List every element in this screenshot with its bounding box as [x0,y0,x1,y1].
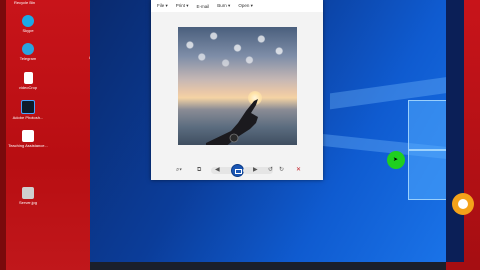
desktop-icon-label: Server.jpg [18,200,37,205]
desktop-icon-telegram[interactable]: Telegram [6,43,50,61]
recycle-bin-label[interactable]: Recycle Bin [14,0,35,5]
delete-button[interactable]: ✕ [296,167,301,174]
document-icon [22,130,34,142]
previous-button[interactable]: ◀ [215,167,220,174]
rotate-ccw-button[interactable]: ↺ [268,167,273,174]
next-button[interactable]: ▶ [253,167,258,174]
menu-burn[interactable]: Burn ▾ [217,3,230,9]
telegram-icon [22,43,34,55]
desktop-icon-label: videoCrop [18,85,38,90]
app-shortcut-icon[interactable] [452,193,474,215]
right-wallpaper-strip [446,0,464,262]
windows-logo-pane [408,150,446,200]
menu-print[interactable]: Print ▾ [176,3,189,9]
desktop-icon-teaching[interactable]: Teaching Assistance... [6,130,50,148]
zoom-button[interactable]: ⌕▾ [176,167,182,174]
desktop-icon-videocrop[interactable]: videoCrop [6,72,50,90]
photoshop-icon [21,100,35,114]
hand-pointing-image [206,99,258,145]
photo-viewer-window: File ▾ Print ▾ E-mail Burn ▾ Open ▾ ⌕▾ ⧉… [151,0,323,180]
menu-bar: File ▾ Print ▾ E-mail Burn ▾ Open ▾ [151,0,323,12]
screen: Recycle Bin Skype Telegram videoCrop Ado… [0,0,480,270]
image-file-icon [22,187,34,199]
taskbar [90,262,446,270]
windows-logo-pane [408,100,446,150]
desktop-icon-label: Telegram [19,56,37,61]
menu-email[interactable]: E-mail [197,4,210,9]
desktop-icon-label: Adobe Photosh... [12,115,44,120]
skype-icon [22,15,34,27]
desktop-icon-label: Skype [22,28,34,33]
menu-file[interactable]: File ▾ [157,3,168,9]
slideshow-icon [235,169,242,174]
menu-open[interactable]: Open ▾ [238,3,253,9]
desktop-icon-photoshop[interactable]: Adobe Photosh... [6,100,50,120]
viewer-toolbar: ⌕▾ ⧉ ◀ ▶ ↺ ↻ ✕ [151,161,323,180]
rotate-cw-button[interactable]: ↻ [279,167,284,174]
desktop-icon-skype[interactable]: Skype [6,15,50,33]
desktop-icon-label: Teaching Assistance... [8,143,48,148]
desktop-icon-server-jpg[interactable]: Server.jpg [6,187,50,205]
displayed-photo [178,27,297,145]
actual-size-button[interactable]: ⧉ [197,167,201,174]
file-icon [23,72,33,84]
mouse-cursor-icon: ➤ [393,157,399,163]
